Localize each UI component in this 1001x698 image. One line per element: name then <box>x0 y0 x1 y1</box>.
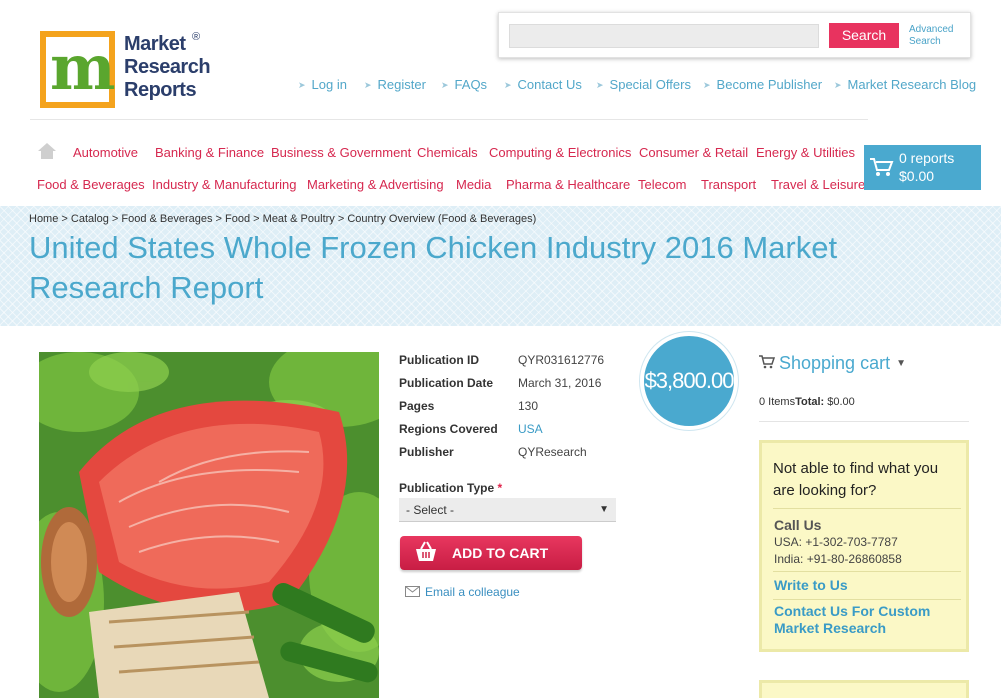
category-telecom[interactable]: Telecom <box>638 177 686 192</box>
category-media[interactable]: Media <box>456 177 491 192</box>
category-pharma-healthcare[interactable]: Pharma & Healthcare <box>506 177 630 192</box>
nav-contact-us[interactable]: ➤ Contact Us <box>504 77 582 92</box>
breadcrumb-meat-poultry[interactable]: Meat & Poultry <box>263 213 335 225</box>
cart-amount: $0.00 <box>899 168 935 184</box>
help-divider <box>773 571 961 572</box>
nav-market-research-blog[interactable]: ➤ Market Research Blog <box>834 77 976 92</box>
shopping-cart-summary: 0 ItemsTotal: $0.00 <box>759 396 855 408</box>
category-food-beverages[interactable]: Food & Beverages <box>37 177 145 192</box>
custom-research-link[interactable]: Contact Us For Custom Market Research <box>774 603 964 637</box>
cart-icon <box>759 355 775 369</box>
price-badge: $3,800.00 <box>640 332 738 430</box>
category-transport[interactable]: Transport <box>701 177 756 192</box>
dropdown-caret-icon: ▼ <box>599 504 609 515</box>
search-panel: Search Advanced Search <box>498 12 971 58</box>
detail-label: Publication Date <box>399 376 494 390</box>
chevron-down-icon: ▼ <box>896 358 906 369</box>
advanced-search-link[interactable]: Advanced Search <box>909 24 953 48</box>
arrow-icon: ➤ <box>596 80 604 90</box>
category-marketing-advertising[interactable]: Marketing & Advertising <box>307 177 444 192</box>
logo-text: Market Research Reports <box>124 33 211 101</box>
header-cart[interactable]: 0 reports $0.00 <box>864 145 981 190</box>
phone-usa: USA: +1-302-703-7787 <box>774 535 898 549</box>
breadcrumb-food-beverages[interactable]: Food & Beverages <box>121 213 212 225</box>
registered-mark: ® <box>192 31 201 43</box>
secondary-sidebar-box <box>759 680 969 698</box>
publication-type-select[interactable]: - Select - ▼ <box>399 498 616 522</box>
page-title: United States Whole Frozen Chicken Indus… <box>29 230 838 305</box>
category-computing-electronics[interactable]: Computing & Electronics <box>489 145 631 160</box>
add-to-cart-button[interactable]: ADD TO CART <box>400 536 582 570</box>
sidebar-divider <box>759 421 969 422</box>
category-industry-manufacturing[interactable]: Industry & Manufacturing <box>152 177 297 192</box>
publication-type-label: Publication Type * <box>399 481 503 495</box>
category-consumer-retail[interactable]: Consumer & Retail <box>639 145 748 160</box>
logo-mark: m <box>40 31 116 108</box>
regions-covered-link[interactable]: USA <box>518 422 543 436</box>
breadcrumb-country-overview[interactable]: Country Overview (Food & Beverages) <box>347 213 536 225</box>
shopping-cart-toggle[interactable]: Shopping cart ▼ <box>759 353 906 374</box>
publisher: QYResearch <box>518 445 587 459</box>
cart-icon <box>870 158 894 176</box>
email-colleague-link[interactable]: Email a colleague <box>405 585 520 599</box>
detail-label: Publisher <box>399 445 454 459</box>
arrow-icon: ➤ <box>298 80 306 90</box>
breadcrumb-catalog[interactable]: Catalog <box>71 213 109 225</box>
breadcrumb: Home > Catalog > Food & Beverages > Food… <box>29 213 537 225</box>
category-banking-finance[interactable]: Banking & Finance <box>155 145 264 160</box>
search-input[interactable] <box>509 24 819 48</box>
help-divider <box>773 508 961 509</box>
arrow-icon: ➤ <box>364 80 372 90</box>
help-box: Not able to find what you are looking fo… <box>759 440 969 652</box>
phone-india: India: +91-80-26860858 <box>774 552 902 566</box>
category-business-government[interactable]: Business & Government <box>271 145 411 160</box>
nav-register[interactable]: ➤ Register <box>364 77 426 92</box>
detail-label: Publication ID <box>399 353 480 367</box>
nav-become-publisher[interactable]: ➤ Become Publisher <box>703 77 822 92</box>
detail-label: Regions Covered <box>399 422 498 436</box>
category-energy-utilities[interactable]: Energy & Utilities <box>756 145 855 160</box>
publication-date: March 31, 2016 <box>518 376 602 390</box>
publication-id: QYR031612776 <box>518 353 605 367</box>
write-to-us-link[interactable]: Write to Us <box>774 577 848 594</box>
nav-special-offers[interactable]: ➤ Special Offers <box>596 77 691 92</box>
help-divider <box>773 599 961 600</box>
arrow-icon: ➤ <box>703 80 711 90</box>
detail-label: Pages <box>399 399 435 413</box>
header-divider <box>30 119 868 120</box>
search-button[interactable]: Search <box>829 23 899 48</box>
nav-faqs[interactable]: ➤ FAQs <box>441 77 487 92</box>
pages-count: 130 <box>518 399 539 413</box>
arrow-icon: ➤ <box>834 80 842 90</box>
nav-log-in[interactable]: ➤ Log in <box>298 77 347 92</box>
breadcrumb-food[interactable]: Food <box>225 213 250 225</box>
envelope-icon <box>405 586 420 597</box>
site-logo[interactable]: m Market Research Reports ® <box>40 31 220 111</box>
cart-reports-count: 0 reports <box>899 150 955 166</box>
breadcrumb-home[interactable]: Home <box>29 213 58 225</box>
call-us-heading: Call Us <box>774 517 822 533</box>
category-travel-leisure[interactable]: Travel & Leisure <box>771 177 865 192</box>
product-image <box>39 352 379 698</box>
arrow-icon: ➤ <box>504 80 512 90</box>
help-title: Not able to find what you are looking fo… <box>773 460 939 499</box>
arrow-icon: ➤ <box>441 80 449 90</box>
category-automotive[interactable]: Automotive <box>73 145 138 160</box>
home-icon[interactable] <box>38 143 56 159</box>
category-chemicals[interactable]: Chemicals <box>417 145 478 160</box>
basket-icon <box>416 541 436 561</box>
